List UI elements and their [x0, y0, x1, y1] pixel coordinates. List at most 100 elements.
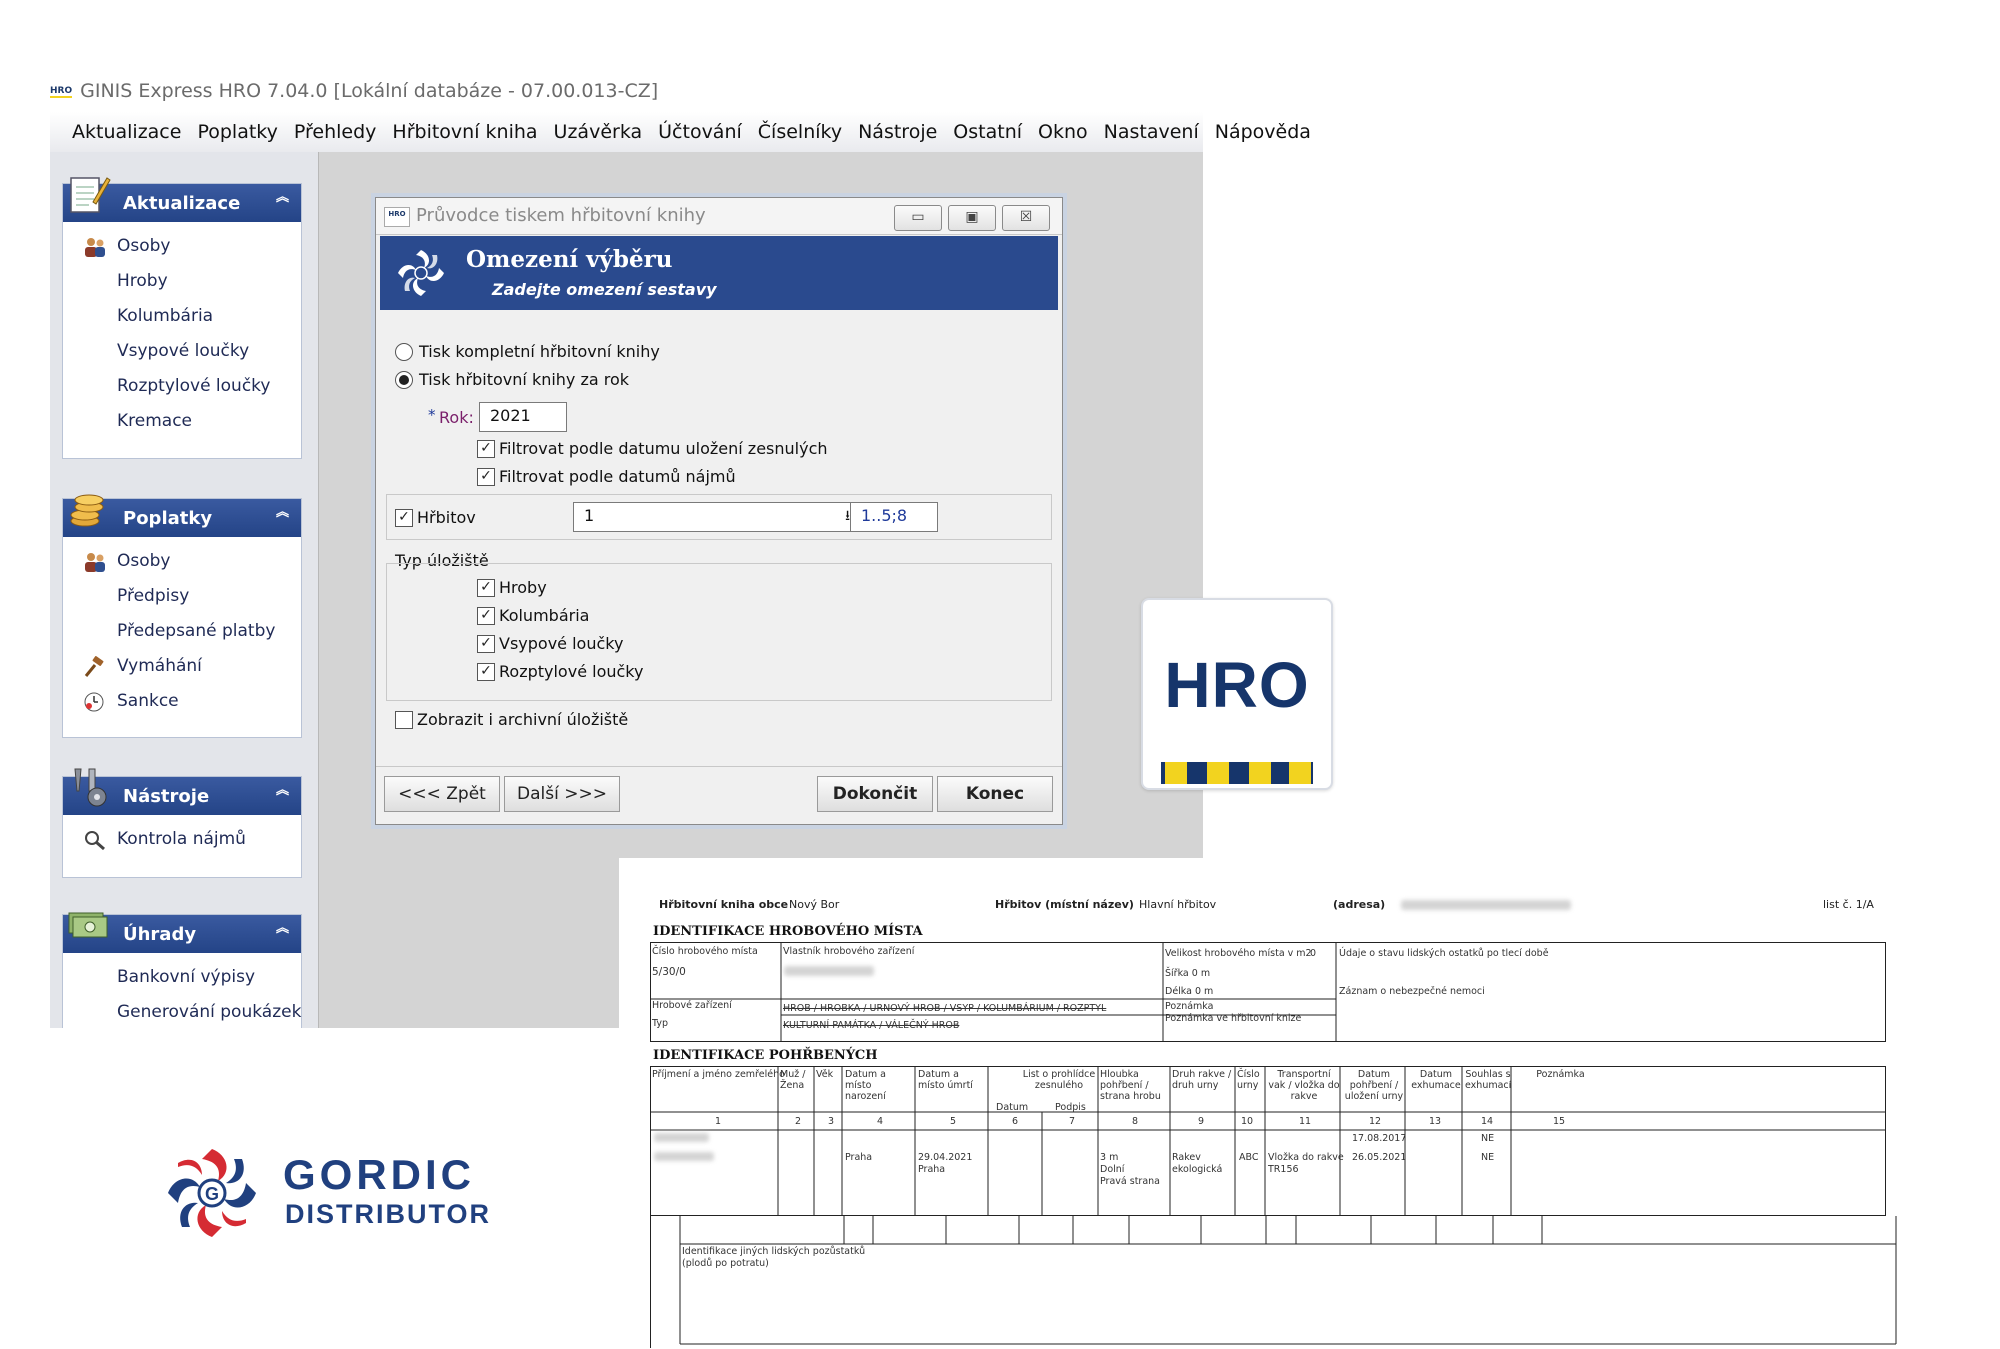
banner-subheading: Zadejte omezení sestavy	[492, 280, 717, 299]
sidebar-item-kremace[interactable]: Kremace	[63, 403, 301, 438]
finish-button[interactable]: Dokončit	[817, 776, 933, 812]
cemetery-select[interactable]: 1 ⭳	[573, 502, 857, 532]
sidebar-item-vsypove-loucky[interactable]: Vsypové loučky	[63, 333, 301, 368]
window-title-text: GINIS Express HRO 7.04.0 [Lokální databá…	[80, 80, 659, 102]
checkbox-filter-leases[interactable]: ✓ Filtrovat podle datumů nájmů	[477, 467, 736, 486]
sidebar-item-generovani-poukazek[interactable]: Generování poukázek	[63, 994, 301, 1028]
radio-book-by-year[interactable]: Tisk hřbitovní knihy za rok	[395, 370, 629, 389]
minimize-button[interactable]: ▭	[894, 205, 942, 231]
checkbox-checked[interactable]: ✓	[477, 606, 495, 625]
sidebar-item-rozptylove-loucky[interactable]: Rozptylové loučky	[63, 368, 301, 403]
row1-coffin-2: ekologická	[1172, 1164, 1223, 1175]
col-num-8: 8	[1132, 1116, 1139, 1127]
menu-nastaveni[interactable]: Nastavení	[1096, 121, 1207, 143]
menu-uzaverka[interactable]: Uzávěrka	[546, 121, 651, 143]
col-num-3: 3	[828, 1116, 835, 1127]
checkbox-kolumbaria[interactable]: ✓ Kolumbária	[477, 606, 589, 625]
menu-hrbitovni-kniha[interactable]: Hřbitovní kniha	[384, 121, 545, 143]
collapse-chevron-icon[interactable]: ︽	[276, 506, 289, 519]
col-num-15: 15	[1553, 1116, 1566, 1127]
checkbox-label: Hroby	[499, 578, 547, 597]
collapse-chevron-icon[interactable]: ︽	[276, 191, 289, 204]
report-sheet-number: list č. 1/A	[1823, 898, 1874, 911]
sidebar-item-poplatky-osoby[interactable]: Osoby	[63, 543, 301, 578]
sidebar-item-bankovni-vypisy[interactable]: Bankovní výpisy	[63, 959, 301, 994]
sidebar-group-poplatky: Poplatky ︽ Osoby Předpisy Předepsané pla…	[62, 494, 302, 738]
menu-ciselniky[interactable]: Číselníky	[750, 121, 850, 143]
next-button[interactable]: Další >>>	[504, 776, 620, 812]
cemetery-range-input[interactable]: 1..5;8	[850, 502, 938, 532]
menu-okno[interactable]: Okno	[1030, 121, 1096, 143]
radio-circle-selected[interactable]	[395, 370, 413, 389]
checkbox-cemetery[interactable]: ✓ Hřbitov	[395, 508, 476, 527]
menu-nastroje[interactable]: Nástroje	[850, 121, 945, 143]
gavel-icon	[84, 656, 104, 677]
col-num-9: 9	[1198, 1116, 1205, 1127]
radio-full-book[interactable]: Tisk kompletní hřbitovní knihy	[395, 342, 660, 361]
checkbox-checked[interactable]: ✓	[477, 634, 495, 653]
cemetery-select-value: 1	[584, 506, 595, 525]
sidebar-group-header-poplatky[interactable]: Poplatky ︽	[63, 494, 301, 537]
checkbox-checked[interactable]: ✓	[477, 439, 495, 458]
col-exhumation-consent: Souhlas s exhumací	[1465, 1069, 1512, 1091]
back-button[interactable]: <<< Zpět	[384, 776, 500, 812]
checkbox-checked[interactable]: ✓	[477, 578, 495, 597]
sidebar-group-header-uhrady[interactable]: Úhrady ︽	[63, 912, 301, 953]
sidebar-group-header-nastroje[interactable]: Nástroje ︽	[63, 768, 301, 815]
row1-burial-date-2: 26.05.2021	[1352, 1152, 1407, 1163]
col-burial-date: Datum pohřbení / uložení urny	[1344, 1069, 1404, 1102]
remains-state-label: Údaje o stavu lidských ostatků po tlecí …	[1339, 948, 1549, 959]
col-num-6: 6	[1012, 1116, 1019, 1127]
checkbox-label: Hřbitov	[417, 508, 476, 527]
checkbox-checked[interactable]: ✓	[477, 662, 495, 681]
sidebar-item-vymahani[interactable]: Vymáhání	[63, 648, 301, 683]
sidebar-item-hroby[interactable]: Hroby	[63, 263, 301, 298]
checkbox-show-archive[interactable]: Zobrazit i archivní úložiště	[395, 710, 628, 729]
col-depth: Hloubka pohřbení / strana hrobu	[1100, 1069, 1161, 1102]
menu-aktualizace[interactable]: Aktualizace	[64, 121, 189, 143]
note-label: Poznámka	[1165, 1001, 1214, 1012]
col-num-13: 13	[1429, 1116, 1442, 1127]
dialog-title: Průvodce tiskem hřbitovní knihy	[416, 205, 706, 226]
radio-circle[interactable]	[395, 342, 413, 361]
sidebar-item-kontrola-najmu[interactable]: Kontrola nájmů	[63, 821, 301, 856]
hro-logo: HRO	[1141, 598, 1333, 790]
sidebar-group-title: Poplatky	[123, 507, 213, 529]
year-input[interactable]: 2021	[479, 402, 567, 432]
collapse-chevron-icon[interactable]: ︽	[276, 784, 289, 797]
sidebar-item-label: Osoby	[117, 235, 171, 256]
maximize-button[interactable]: ▣	[948, 205, 996, 231]
checkbox-filter-deceased[interactable]: ✓ Filtrovat podle datumu uložení zesnulýc…	[477, 439, 828, 458]
checkbox-vsypove-loucky[interactable]: ✓ Vsypové loučky	[477, 634, 623, 653]
required-asterisk: *	[428, 406, 436, 424]
row1-birth-place: Praha	[845, 1152, 873, 1163]
col-num-11: 11	[1299, 1116, 1312, 1127]
checkbox-checked[interactable]: ✓	[395, 508, 413, 527]
checkbox-label: Zobrazit i archivní úložiště	[417, 710, 629, 729]
checkbox-hroby[interactable]: ✓ Hroby	[477, 578, 547, 597]
checkbox-rozptylove-loucky[interactable]: ✓ Rozptylové loučky	[477, 662, 643, 681]
menu-prehledy[interactable]: Přehledy	[286, 121, 385, 143]
menu-ostatni[interactable]: Ostatní	[945, 121, 1030, 143]
collapse-chevron-icon[interactable]: ︽	[276, 922, 289, 935]
checkbox-unchecked[interactable]	[395, 710, 413, 729]
grave-number-label: Číslo hrobového místa	[652, 946, 758, 957]
menu-napoveda[interactable]: Nápověda	[1207, 121, 1319, 143]
checkbox-checked[interactable]: ✓	[477, 467, 495, 486]
sidebar-item-predpisy[interactable]: Předpisy	[63, 578, 301, 613]
sidebar-item-sankce[interactable]: Sankce	[63, 683, 301, 718]
menu-poplatky[interactable]: Poplatky	[189, 121, 285, 143]
end-button[interactable]: Konec	[937, 776, 1053, 812]
close-button[interactable]: ☒	[1002, 205, 1050, 231]
sidebar-item-predepsane-platby[interactable]: Předepsané platby	[63, 613, 301, 648]
gordic-swirl-icon	[398, 250, 444, 296]
row1-consent-1: NE	[1481, 1133, 1495, 1144]
grave-types-line2: KULTURNÍ PAMÁTKA / VÁLEČNÝ HROB	[783, 1020, 960, 1031]
checkbox-label: Rozptylové loučky	[499, 662, 644, 681]
sidebar-group-header-aktualizace[interactable]: Aktualizace ︽	[63, 177, 301, 222]
dialog-title-bar[interactable]: HRO Průvodce tiskem hřbitovní knihy ▭ ▣ …	[376, 198, 1062, 235]
sidebar-item-osoby[interactable]: Osoby	[63, 228, 301, 263]
menu-uctovani[interactable]: Účtování	[650, 121, 750, 143]
sidebar-item-kolumbaria[interactable]: Kolumbária	[63, 298, 301, 333]
sidebar: Aktualizace ︽ Osoby Hroby Kolumbária Vsy…	[50, 152, 319, 1028]
